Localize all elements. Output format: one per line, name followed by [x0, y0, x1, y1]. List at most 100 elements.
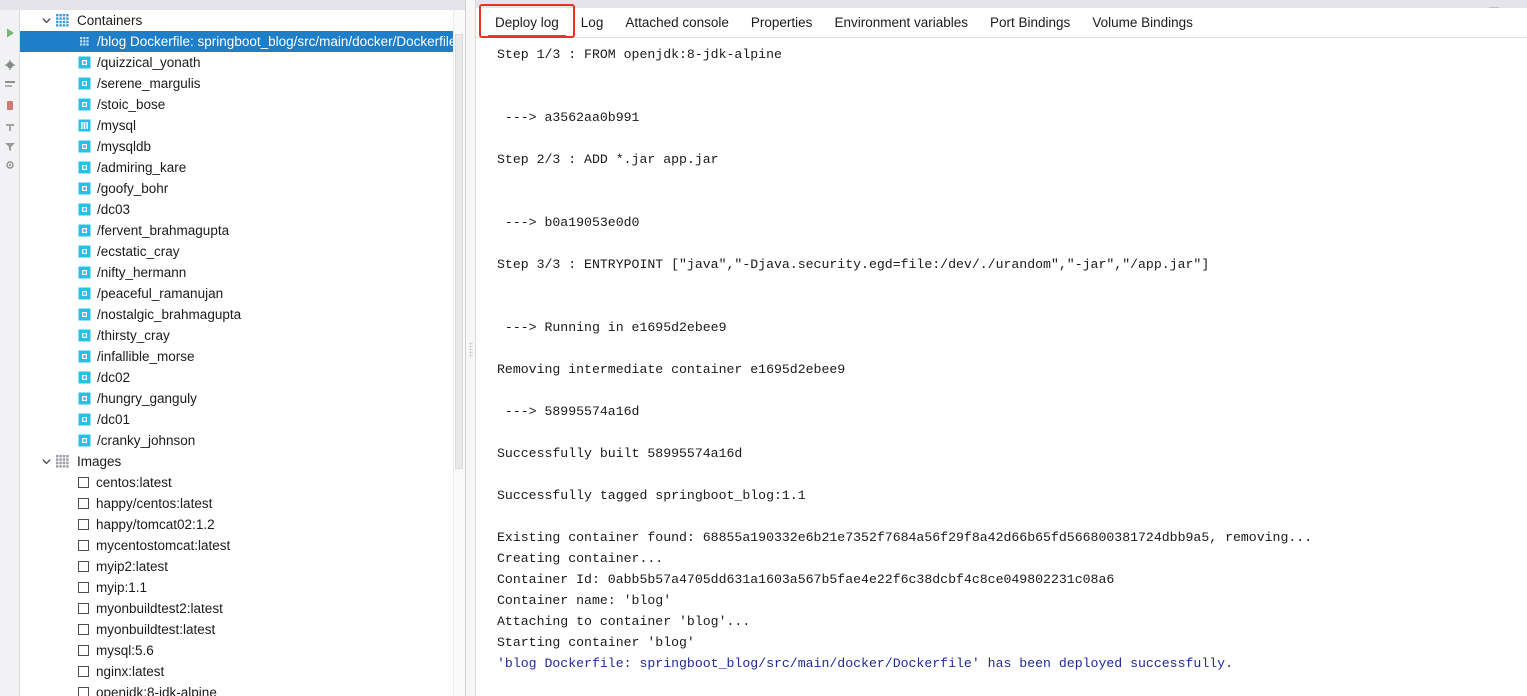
tree-item-container[interactable]: /dc03 [20, 199, 465, 220]
log-line: Container Id: 0abb5b57a4705dd631a1603a56… [497, 572, 1115, 587]
stop-icon[interactable] [3, 98, 17, 112]
tree-item-label: /infallible_morse [97, 349, 195, 364]
tab-properties[interactable]: Properties [740, 8, 824, 38]
image-checkbox-icon [78, 624, 89, 635]
tree-item-label: happy/tomcat02:1.2 [96, 517, 215, 532]
tree-item-image[interactable]: myip2:latest [20, 556, 465, 577]
container-icon [78, 224, 91, 237]
left-strip-top-spacer [0, 0, 20, 10]
tree-item-label: /nifty_hermann [97, 265, 187, 280]
chevron-down-icon[interactable] [38, 454, 54, 470]
tree-item-label: /dc03 [97, 202, 131, 217]
log-line: Creating container... [497, 551, 664, 566]
tree-item-container[interactable]: /nifty_hermann [20, 262, 465, 283]
tree-item-image[interactable]: nginx:latest [20, 661, 465, 682]
tree-item-label: /ecstatic_cray [97, 244, 180, 259]
tree-item-label: /serene_margulis [97, 76, 201, 91]
tree-item-container[interactable]: /cranky_johnson [20, 430, 465, 451]
log-line: Successfully tagged springboot_blog:1.1 [497, 488, 806, 503]
tree-item-label: /dc01 [97, 412, 131, 427]
run-icon[interactable] [3, 26, 17, 40]
tree-item-container[interactable]: /stoic_bose [20, 94, 465, 115]
tree-item-label: /nostalgic_brahmagupta [97, 307, 242, 322]
tree-item-image[interactable]: happy/centos:latest [20, 493, 465, 514]
tree-item-container[interactable]: /goofy_bohr [20, 178, 465, 199]
tree-item-image[interactable]: myonbuildtest2:latest [20, 598, 465, 619]
log-line: Step 1/3 : FROM openjdk:8-jdk-alpine [497, 47, 782, 62]
container-grid-icon [78, 35, 91, 48]
tab-label: Port Bindings [990, 15, 1071, 30]
log-line: ---> 58995574a16d [497, 404, 640, 419]
log-line: Step 3/3 : ENTRYPOINT ["java","-Djava.se… [497, 257, 1210, 272]
tree-item-container[interactable]: /fervent_brahmagupta [20, 220, 465, 241]
tree-item-image[interactable]: mysql:5.6 [20, 640, 465, 661]
tree-item-image[interactable]: myonbuildtest:latest [20, 619, 465, 640]
pin-icon[interactable] [3, 120, 17, 134]
image-checkbox-icon [78, 645, 89, 656]
tree-item-container[interactable]: /nostalgic_brahmagupta [20, 304, 465, 325]
filter-icon[interactable] [3, 140, 17, 154]
tree-item-image[interactable]: openjdk:8-jdk-alpine [20, 682, 465, 696]
tree-item-container[interactable]: /mysqldb [20, 136, 465, 157]
tree-item-container[interactable]: /admiring_kare [20, 157, 465, 178]
tab-attached-console[interactable]: Attached console [614, 8, 740, 38]
debug-icon[interactable] [3, 58, 17, 72]
tree-item-container[interactable]: /quizzical_yonath [20, 52, 465, 73]
image-checkbox-icon [78, 519, 89, 530]
tab-label: Properties [750, 15, 813, 30]
settings-gear-icon[interactable] [3, 158, 17, 172]
container-icon [78, 329, 91, 342]
tree-item-label: /peaceful_ramanujan [97, 286, 224, 301]
tab-volume-bindings[interactable]: Volume Bindings [1081, 8, 1204, 38]
tree-item-container[interactable]: /dc01 [20, 409, 465, 430]
tab-deploy-log[interactable]: Deploy log [484, 8, 570, 38]
tree-item-container[interactable]: /blog Dockerfile: springboot_blog/src/ma… [20, 31, 465, 52]
image-checkbox-icon [78, 477, 89, 488]
tree-item-container[interactable]: /dc02 [20, 367, 465, 388]
tree-item-container[interactable]: /hungry_ganguly [20, 388, 465, 409]
tree-item-container[interactable]: /peaceful_ramanujan [20, 283, 465, 304]
tab-port-bindings[interactable]: Port Bindings [979, 8, 1081, 38]
container-icon [78, 350, 91, 363]
tree-item-container[interactable]: /ecstatic_cray [20, 241, 465, 262]
image-checkbox-icon [78, 687, 89, 696]
tab-label: Log [580, 15, 604, 30]
tree-item-image[interactable]: mycentostomcat:latest [20, 535, 465, 556]
tree-item-image[interactable]: happy/tomcat02:1.2 [20, 514, 465, 535]
tab-log[interactable]: Log [570, 8, 615, 38]
tree-item-label: /mysqldb [97, 139, 152, 154]
tree-item-label: /fervent_brahmagupta [97, 223, 230, 238]
log-line: Successfully built 58995574a16d [497, 446, 743, 461]
image-checkbox-icon [78, 666, 89, 677]
tree-scrollbar-thumb[interactable] [455, 34, 463, 469]
tree-item-label: centos:latest [96, 475, 172, 490]
log-line: Container name: 'blog' [497, 593, 672, 608]
log-line: ---> Running in e1695d2ebee9 [497, 320, 727, 335]
deploy-log-output[interactable]: Step 1/3 : FROM openjdk:8-jdk-alpine ---… [476, 44, 1527, 696]
container-icon [78, 266, 91, 279]
tree-item-container[interactable]: /thirsty_cray [20, 325, 465, 346]
container-icon [78, 77, 91, 90]
tree-item-container[interactable]: /mysql [20, 115, 465, 136]
tree-item-label: myonbuildtest2:latest [96, 601, 223, 616]
panel-splitter[interactable] [466, 0, 476, 696]
tab-environment-variables[interactable]: Environment variables [823, 8, 979, 38]
docker-tree-panel: Containers/blog Dockerfile: springboot_b… [20, 0, 466, 696]
tree-group-images[interactable]: Images [20, 451, 465, 472]
chevron-down-icon[interactable] [38, 13, 54, 29]
tree-item-label: /mysql [97, 118, 137, 133]
container-icon [78, 203, 91, 216]
tree-item-container[interactable]: /infallible_morse [20, 346, 465, 367]
tree-group-containers[interactable]: Containers [20, 10, 465, 31]
tree-item-image[interactable]: centos:latest [20, 472, 465, 493]
tree-item-image[interactable]: myip:1.1 [20, 577, 465, 598]
tree-item-label: /stoic_bose [97, 97, 166, 112]
collapse-all-icon[interactable] [3, 78, 17, 92]
tree-item-container[interactable]: /serene_margulis [20, 73, 465, 94]
